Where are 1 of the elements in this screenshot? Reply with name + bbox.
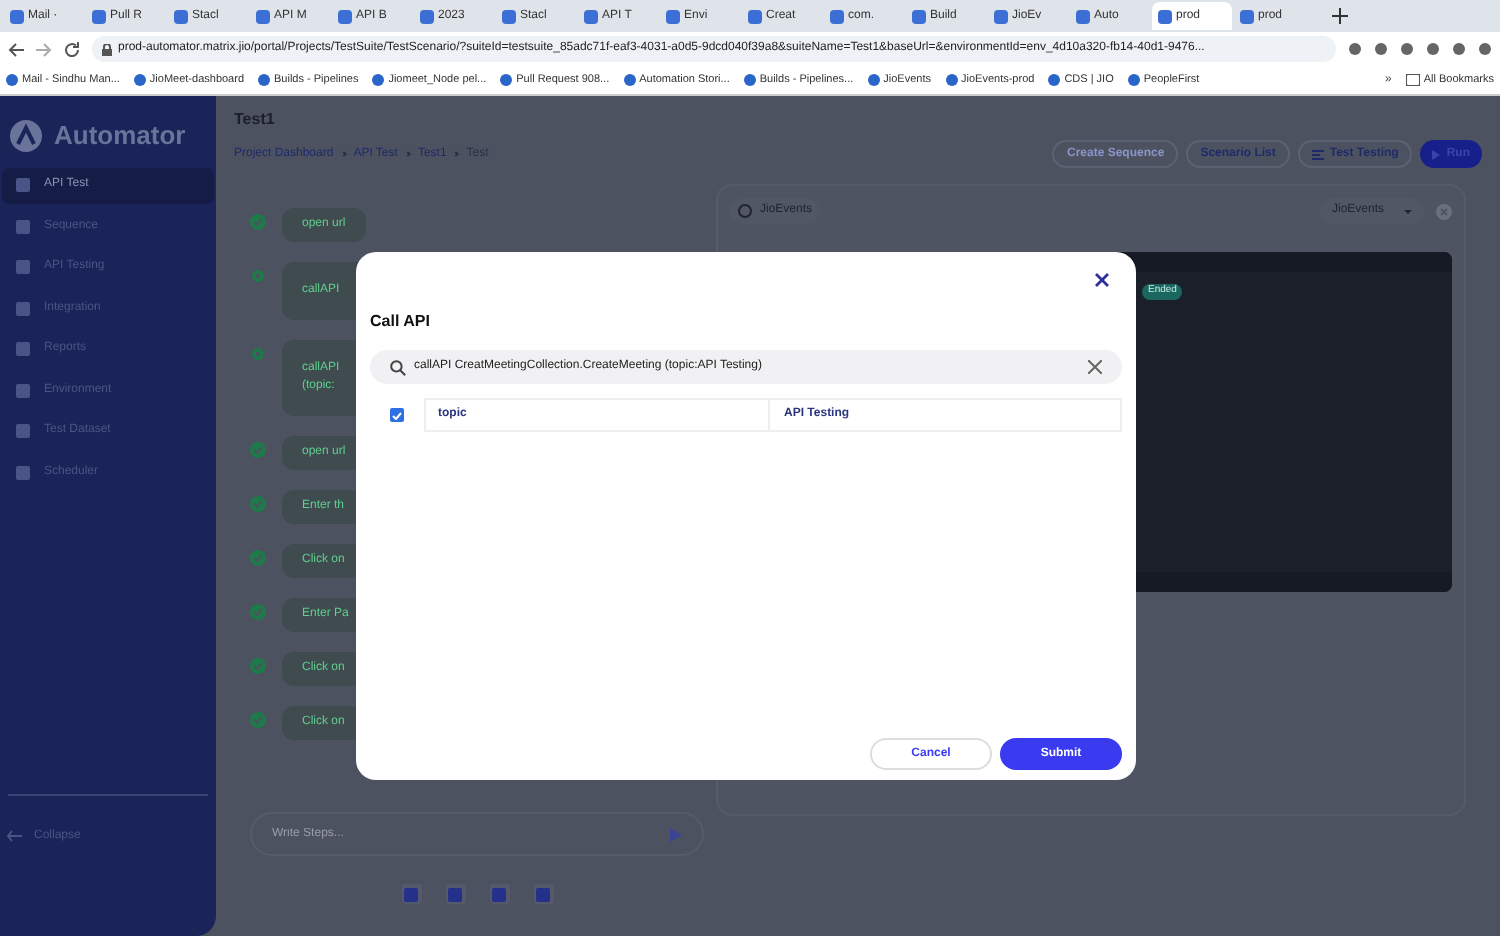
app-logo-text: Automator <box>54 118 186 154</box>
